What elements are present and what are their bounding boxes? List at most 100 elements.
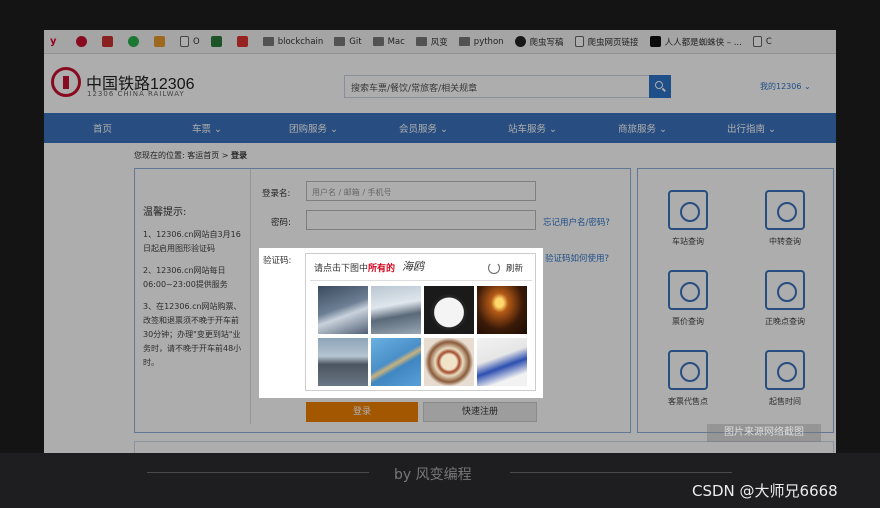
captcha-image-seagull-1[interactable] xyxy=(318,286,368,334)
search-icon xyxy=(655,81,663,89)
footer-credit: by 风变编程 xyxy=(394,467,472,483)
bookmark-o[interactable]: O xyxy=(180,36,200,47)
tips-panel: 温馨提示: 1、12306.cn网站自3月16日起启用图形验证码 2、12306… xyxy=(135,169,251,424)
captcha-image-ship[interactable] xyxy=(318,338,368,386)
bookmark-label: 风变 xyxy=(430,37,448,48)
bookmark-wechat[interactable] xyxy=(128,36,143,47)
bookmark-spiderman[interactable]: 人人都是蜘蛛侠 – ... xyxy=(649,36,742,48)
bookmark-app[interactable] xyxy=(154,36,169,47)
bookmark-red-app[interactable] xyxy=(236,36,252,47)
bookmark-git[interactable]: Git xyxy=(334,36,362,47)
sheet-icon xyxy=(210,36,222,47)
nav-station[interactable]: 站车服务 ⌄ xyxy=(508,121,557,135)
bookmark-pinterest[interactable] xyxy=(76,36,91,47)
refresh-icon[interactable] xyxy=(488,262,500,274)
bottom-panel xyxy=(134,441,834,453)
tip-item: 2、12306.cn网站每日06:00~23:00提供服务 xyxy=(143,266,228,289)
service-label: 正晚点查询 xyxy=(765,317,805,326)
railway-logo-icon[interactable] xyxy=(51,67,81,97)
bookmark-crawler-draft[interactable]: 爬虫写稿 xyxy=(514,36,564,48)
folder-icon xyxy=(262,37,274,46)
breadcrumb-separator: > xyxy=(221,151,229,160)
service-label: 起售时间 xyxy=(769,397,801,406)
clock-icon xyxy=(765,270,805,310)
folder-icon xyxy=(372,37,384,46)
logo-subtitle: 12306 CHINA RAILWAY xyxy=(87,90,185,98)
captcha-card: 验证码: 请点击下图中所有的 海鸥 刷新 xyxy=(259,248,543,398)
my-account-link[interactable]: 我的12306 ⌄ xyxy=(760,81,811,92)
forgot-password-link[interactable]: 忘记用户名/密码? xyxy=(543,216,610,228)
page-icon xyxy=(180,36,189,47)
bookmarks-bar: y O blockchain Git Mac 风变 python 爬虫写稿 爬虫… xyxy=(44,30,836,54)
captcha-prompt-text: 请点击下图中 xyxy=(314,264,369,274)
register-button[interactable]: 快速注册 xyxy=(423,402,537,422)
service-station-query[interactable]: 车站查询 xyxy=(653,190,723,247)
service-fare-query[interactable]: 票价查询 xyxy=(653,270,723,327)
captcha-image-wine-bottles[interactable] xyxy=(477,338,527,386)
wechat-icon xyxy=(128,36,139,47)
nav-tickets[interactable]: 车票 ⌄ xyxy=(192,121,222,135)
bookmark-label: 人人都是蜘蛛侠 – ... xyxy=(664,37,742,48)
watermark-label: 图片来源网络截图 xyxy=(707,424,821,442)
bookmark-label: Mac xyxy=(387,36,405,47)
bookmark-mac[interactable]: Mac xyxy=(372,36,405,47)
password-label: 密码: xyxy=(271,218,291,228)
pinterest-icon xyxy=(76,36,87,47)
service-label: 客票代售点 xyxy=(668,397,708,406)
nav-member[interactable]: 会员服务 ⌄ xyxy=(399,121,448,135)
nav-guide[interactable]: 出行指南 ⌄ xyxy=(727,121,776,135)
bookmark-c[interactable]: C xyxy=(752,36,772,47)
captcha-image-candle[interactable] xyxy=(477,286,527,334)
bookmark-sheet[interactable] xyxy=(210,36,226,47)
captcha-image-chopsticks[interactable] xyxy=(371,338,421,386)
service-label: 票价查询 xyxy=(672,317,704,326)
app-icon xyxy=(154,36,165,47)
dark-app-icon xyxy=(649,36,661,47)
password-field[interactable] xyxy=(306,210,536,230)
folder-icon xyxy=(334,37,346,46)
service-sale-time[interactable]: 起售时间 xyxy=(750,350,820,407)
service-agency[interactable]: 客票代售点 xyxy=(653,350,723,407)
footer-divider-left xyxy=(147,472,369,473)
footer-divider-right xyxy=(510,472,732,473)
site-header: 中国铁路12306 12306 CHINA RAILWAY 搜索车票/餐饮/常旅… xyxy=(44,54,836,113)
captcha-label: 验证码: xyxy=(263,256,292,266)
nav-group[interactable]: 团购服务 ⌄ xyxy=(289,121,338,135)
calendar-clock-icon xyxy=(765,350,805,390)
folder-icon xyxy=(458,37,470,46)
bookmark-label: Git xyxy=(349,36,362,47)
bookmark-python[interactable]: python xyxy=(458,37,504,47)
username-field[interactable]: 用户名 / 邮箱 / 手机号 xyxy=(306,181,536,201)
b-icon xyxy=(102,36,113,47)
breadcrumb-prefix: 您现在的位置: xyxy=(134,151,185,160)
y-icon: y xyxy=(50,36,57,47)
captcha-help-link[interactable]: 验证码如何使用? xyxy=(545,252,609,264)
bookmark-blockchain[interactable]: blockchain xyxy=(262,37,323,47)
captcha-target-word: 海鸥 xyxy=(402,260,424,273)
folder-icon xyxy=(415,37,427,46)
breadcrumb: 您现在的位置: 客运首页 > 登录 xyxy=(134,150,247,161)
captcha-prompt: 请点击下图中所有的 xyxy=(314,261,395,274)
search-input[interactable]: 搜索车票/餐饮/常旅客/相关规章 xyxy=(344,75,649,98)
captcha-image-rice-cooker[interactable] xyxy=(424,286,474,334)
breadcrumb-home[interactable]: 客运首页 xyxy=(187,151,219,160)
service-transfer-query[interactable]: 中转查询 xyxy=(750,190,820,247)
service-label: 车站查询 xyxy=(672,237,704,246)
nav-business[interactable]: 商旅服务 ⌄ xyxy=(618,121,667,135)
login-button[interactable]: 登录 xyxy=(306,402,418,422)
bookmark-label: 爬虫写稿 xyxy=(529,37,564,48)
service-delay-query[interactable]: 正晚点查询 xyxy=(750,270,820,327)
page-icon xyxy=(574,36,584,47)
bookmark-fengbian[interactable]: 风变 xyxy=(415,36,448,48)
bookmark-y[interactable]: y xyxy=(50,36,65,47)
search-button[interactable] xyxy=(649,75,671,98)
captcha-image-food-plate[interactable] xyxy=(424,338,474,386)
captcha-refresh-button[interactable]: 刷新 xyxy=(506,262,523,274)
nav-home[interactable]: 首页 xyxy=(93,121,112,135)
captcha-divider xyxy=(310,280,532,281)
breadcrumb-current: 登录 xyxy=(231,151,248,160)
bookmark-b[interactable] xyxy=(102,36,117,47)
captcha-image-seagull-2[interactable] xyxy=(371,286,421,334)
bookmark-crawler-links[interactable]: 爬虫网页链接 xyxy=(574,36,639,48)
tips-title: 温馨提示: xyxy=(143,207,187,218)
